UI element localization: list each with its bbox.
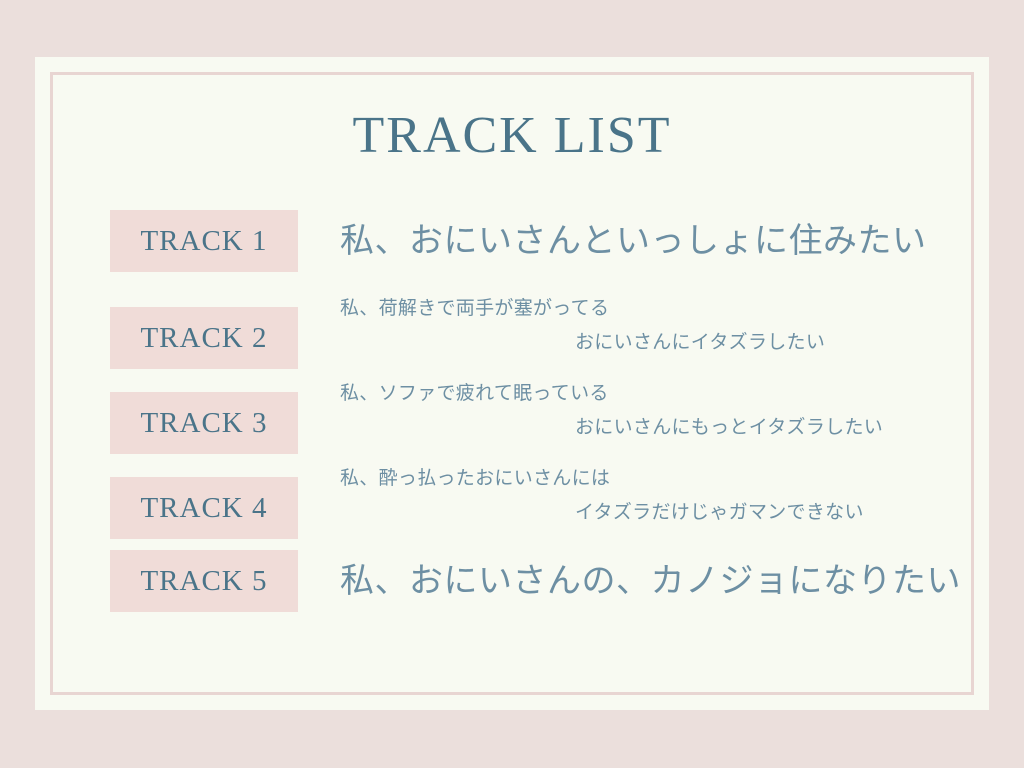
track-badge-label: TRACK 1 [140,224,268,257]
track-badge-label: TRACK 5 [140,564,268,597]
track-badge-label: TRACK 4 [140,491,268,524]
track-badge-5: TRACK 5 [110,550,298,612]
track-title-3: 私、ソファで疲れて眠っている おにいさんにもっとイタズラしたい [340,376,940,444]
track-title-line-2: イタズラだけじゃガマンできない [575,501,864,523]
track-badge-3: TRACK 3 [110,392,298,454]
track-row: TRACK 1 私、おにいさんといっしょに住みたい [110,200,940,285]
track-badge-1: TRACK 1 [110,210,298,272]
content-panel: TRACK LIST TRACK 1 私、おにいさんといっしょに住みたい TRA… [35,57,989,710]
track-title-line-1: 私、ソファで疲れて眠っている [340,382,609,404]
track-badge-label: TRACK 3 [140,406,268,439]
track-title-line-2: おにいさんにもっとイタズラしたい [575,416,884,438]
track-row: TRACK 2 私、荷解きで両手が塞がってる おにいさんにイタズラしたい [110,285,940,370]
slide-canvas: TRACK LIST TRACK 1 私、おにいさんといっしょに住みたい TRA… [0,0,1024,768]
track-badge-4: TRACK 4 [110,477,298,539]
page-title: TRACK LIST [352,107,672,164]
track-title-line-1: 私、酔っ払ったおにいさんには [340,467,611,489]
track-badge-label: TRACK 2 [140,321,268,354]
track-row: TRACK 4 私、酔っ払ったおにいさんには イタズラだけじゃガマンできない [110,455,940,540]
track-title-4: 私、酔っ払ったおにいさんには イタズラだけじゃガマンできない [340,461,940,529]
track-title-2: 私、荷解きで両手が塞がってる おにいさんにイタズラしたい [340,291,940,359]
track-title-line-1: 私、荷解きで両手が塞がってる [340,297,610,319]
track-title-5: 私、おにいさんの、カノジョになりたい [340,554,961,608]
track-row: TRACK 5 私、おにいさんの、カノジョになりたい [110,540,961,625]
track-badge-2: TRACK 2 [110,307,298,369]
track-title-line-1: 私、おにいさんの、カノジョになりたい [340,561,961,601]
track-title-1: 私、おにいさんといっしょに住みたい [340,214,940,268]
track-title-line-1: 私、おにいさんといっしょに住みたい [340,221,927,261]
track-list: TRACK 1 私、おにいさんといっしょに住みたい TRACK 2 私、荷解きで… [110,200,961,625]
track-row: TRACK 3 私、ソファで疲れて眠っている おにいさんにもっとイタズラしたい [110,370,940,455]
track-title-line-2: おにいさんにイタズラしたい [575,331,826,353]
